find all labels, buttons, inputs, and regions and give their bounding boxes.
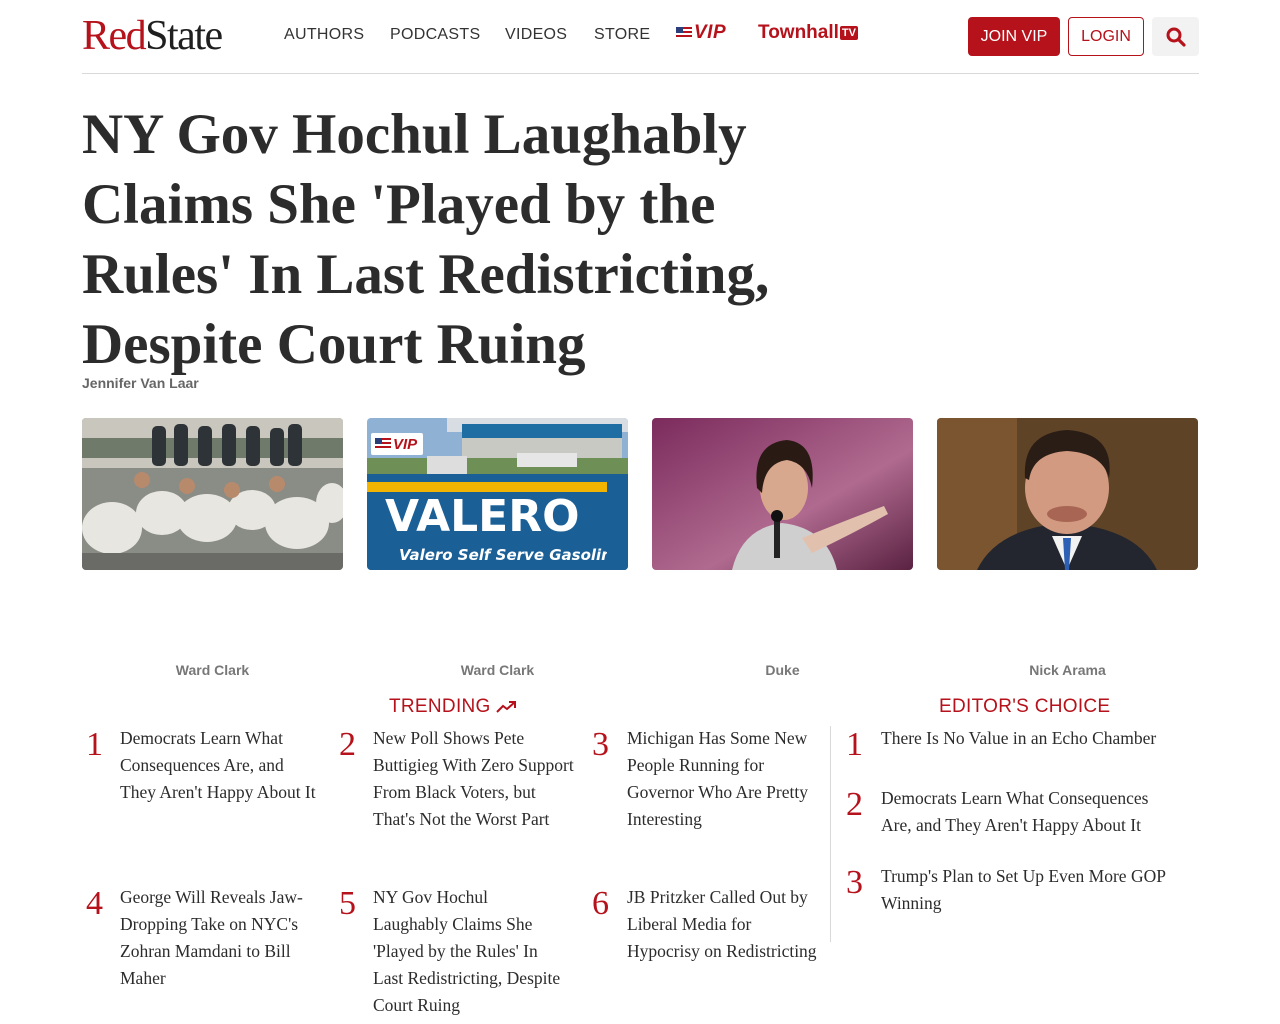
- trending-story-3[interactable]: Michigan Has Some New People Running for…: [627, 725, 822, 833]
- valero-sign-subtext: Valero Self Serve Gasoline: [399, 546, 622, 564]
- townhall-label: Townhall: [758, 22, 839, 43]
- story-card-image-2[interactable]: VALERO Valero Self Serve Gasoline VIP: [367, 418, 628, 570]
- trending-story-4[interactable]: George Will Reveals Jaw-Dropping Take on…: [120, 884, 320, 992]
- story-card-author-2[interactable]: Ward Clark: [367, 662, 628, 678]
- nav-vip-label: VIP: [694, 22, 727, 43]
- editors-choice-rank-1: 1: [846, 726, 863, 763]
- trending-rank-2: 2: [339, 726, 356, 763]
- trending-rank-1: 1: [86, 726, 103, 763]
- search-icon: [1166, 27, 1186, 47]
- redstate-logo[interactable]: RedState: [82, 13, 223, 59]
- trending-rank-6: 6: [592, 885, 609, 922]
- editors-choice-story-3[interactable]: Trump's Plan to Set Up Even More GOP Win…: [881, 863, 1181, 917]
- nav-authors[interactable]: AUTHORS: [284, 26, 364, 44]
- search-button[interactable]: [1152, 17, 1199, 56]
- trending-story-1[interactable]: Democrats Learn What Consequences Are, a…: [120, 725, 320, 806]
- article-author[interactable]: Jennifer Van Laar: [82, 375, 199, 391]
- editors-choice-rank-2: 2: [846, 786, 863, 823]
- trending-heading: TRENDING: [389, 696, 518, 718]
- trending-story-5[interactable]: NY Gov Hochul Laughably Claims She 'Play…: [373, 884, 563, 1019]
- logo-part-red: Red: [82, 13, 147, 59]
- story-card-image-4[interactable]: [937, 418, 1198, 570]
- trending-title: TRENDING: [389, 696, 491, 717]
- logo-part-dark: State: [145, 13, 223, 59]
- flag-icon: [375, 438, 391, 450]
- trending-up-icon: [495, 701, 516, 713]
- trending-rank-5: 5: [339, 885, 356, 922]
- editors-choice-heading: EDITOR'S CHOICE: [939, 696, 1111, 717]
- nav-podcasts[interactable]: PODCASTS: [390, 26, 480, 44]
- tv-badge: TV: [839, 26, 858, 40]
- trending-story-2[interactable]: New Poll Shows Pete Buttigieg With Zero …: [373, 725, 578, 833]
- story-card-author-3[interactable]: Duke: [652, 662, 913, 678]
- editors-choice-story-2[interactable]: Democrats Learn What Consequences Are, a…: [881, 785, 1181, 839]
- valero-sign-text: VALERO: [385, 491, 580, 542]
- vip-badge: VIP: [371, 433, 424, 455]
- nav-store[interactable]: STORE: [594, 26, 650, 44]
- nav-videos[interactable]: VIDEOS: [505, 26, 567, 44]
- story-card-image-1[interactable]: [82, 418, 343, 570]
- detainees-photo: [82, 418, 343, 570]
- join-vip-button[interactable]: JOIN VIP: [968, 17, 1060, 56]
- nav-vip[interactable]: VIP: [676, 22, 726, 44]
- section-divider: [830, 726, 831, 942]
- woman-speaking-photo: [652, 418, 913, 570]
- flag-icon: [676, 27, 692, 39]
- article-headline: NY Gov Hochul Laughably Claims She 'Play…: [82, 103, 770, 376]
- story-card-author-4[interactable]: Nick Arama: [937, 662, 1198, 678]
- story-card-image-3[interactable]: [652, 418, 913, 570]
- trending-rank-4: 4: [86, 885, 103, 922]
- story-card-author-1[interactable]: Ward Clark: [82, 662, 343, 678]
- editors-choice-story-1[interactable]: There Is No Value in an Echo Chamber: [881, 725, 1181, 752]
- man-speaking-photo: [937, 418, 1198, 570]
- nav-townhall-tv[interactable]: Townhall TV: [758, 22, 858, 44]
- editors-choice-rank-3: 3: [846, 864, 863, 901]
- trending-story-6[interactable]: JB Pritzker Called Out by Liberal Media …: [627, 884, 822, 965]
- trending-rank-3: 3: [592, 726, 609, 763]
- login-button[interactable]: LOGIN: [1068, 17, 1144, 56]
- vip-badge-label: VIP: [393, 435, 418, 453]
- site-header: RedState AUTHORS PODCASTS VIDEOS STORE V…: [82, 0, 1199, 74]
